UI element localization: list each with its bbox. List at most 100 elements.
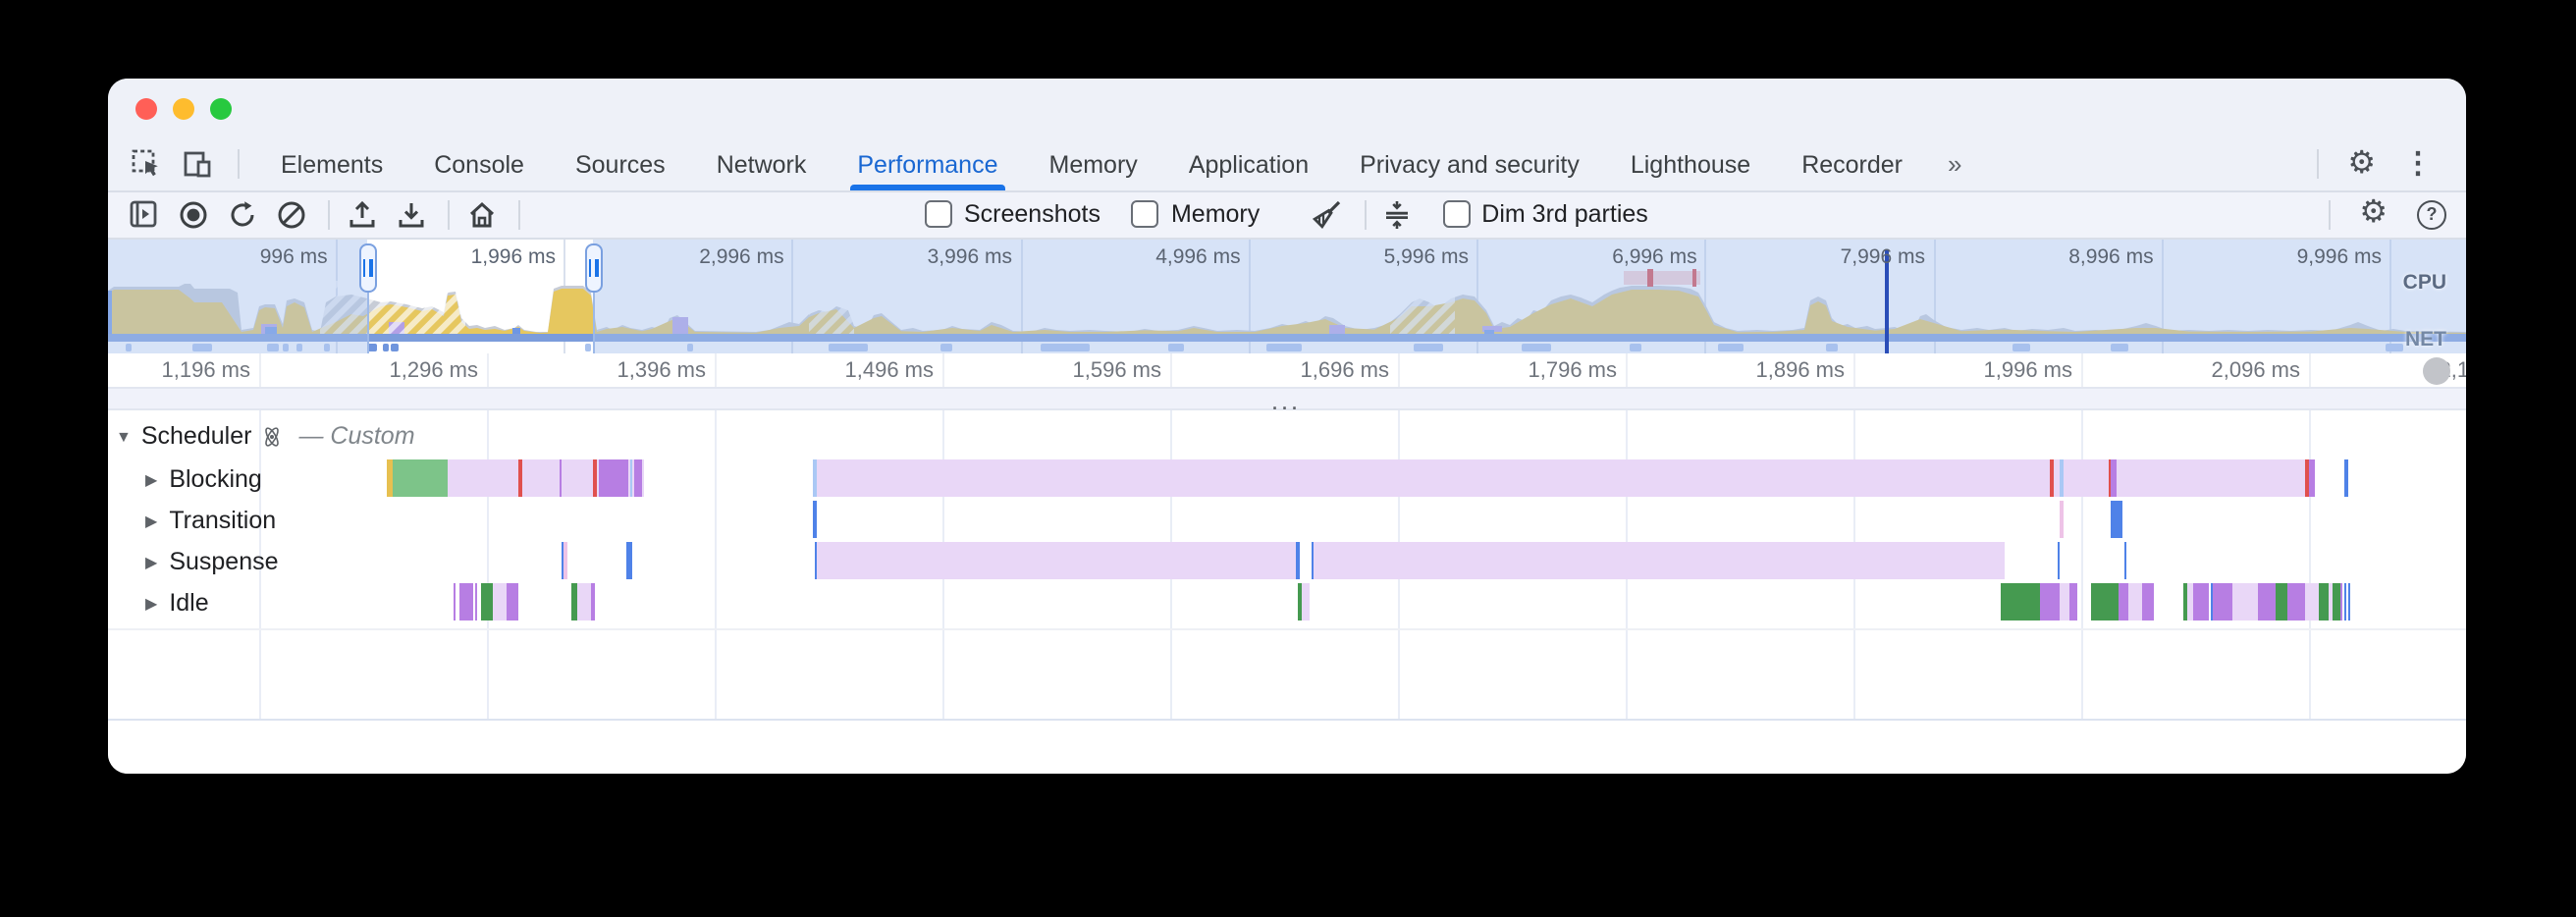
upload-profile-icon[interactable] bbox=[346, 199, 377, 231]
expand-triangle-icon[interactable]: ▶ bbox=[145, 512, 157, 529]
tab-recorder[interactable]: Recorder bbox=[1776, 138, 1928, 189]
flame-event-transition[interactable] bbox=[2060, 501, 2064, 538]
flame-event-blocking[interactable] bbox=[629, 459, 632, 497]
tab-memory[interactable]: Memory bbox=[1024, 138, 1163, 189]
selection-handle-right[interactable] bbox=[584, 243, 602, 293]
more-tabs-button[interactable]: » bbox=[1928, 149, 1979, 179]
screenshots-checkbox[interactable] bbox=[925, 201, 952, 229]
tab-network[interactable]: Network bbox=[691, 138, 832, 189]
window-title-bar[interactable] bbox=[108, 78, 2466, 138]
flame-event-idle[interactable] bbox=[2347, 583, 2349, 620]
record-icon[interactable] bbox=[177, 199, 208, 231]
flame-event-blocking[interactable] bbox=[816, 459, 2305, 497]
memory-toggle[interactable]: Memory bbox=[1132, 201, 1260, 229]
flame-event-blocking[interactable] bbox=[2060, 459, 2063, 497]
toggle-sidebar-icon[interactable] bbox=[128, 199, 159, 231]
flame-event-idle[interactable] bbox=[576, 583, 591, 620]
close-window-button[interactable] bbox=[135, 97, 157, 119]
expand-triangle-icon[interactable]: ▶ bbox=[145, 553, 157, 570]
flame-event-idle[interactable] bbox=[2258, 583, 2275, 620]
minimize-window-button[interactable] bbox=[173, 97, 194, 119]
tab-performance[interactable]: Performance bbox=[832, 138, 1023, 189]
panel-resize-handle[interactable]: ··· bbox=[108, 386, 2466, 410]
dim-3rd-parties-checkbox[interactable] bbox=[1442, 201, 1470, 229]
selection-handle-left[interactable] bbox=[358, 243, 376, 293]
flame-event-idle[interactable] bbox=[2344, 583, 2346, 620]
flame-event-blocking[interactable] bbox=[518, 459, 521, 497]
flame-event-idle[interactable] bbox=[2059, 583, 2068, 620]
flame-event-idle[interactable] bbox=[1301, 583, 1310, 620]
tab-elements[interactable]: Elements bbox=[255, 138, 408, 189]
device-toolbar-icon[interactable] bbox=[183, 149, 212, 179]
tab-application[interactable]: Application bbox=[1163, 138, 1334, 189]
flame-event-idle[interactable] bbox=[2001, 583, 2040, 620]
capture-settings-gear-icon[interactable]: ⚙ bbox=[2345, 199, 2401, 231]
flame-event-blocking[interactable] bbox=[2111, 459, 2117, 497]
flame-event-transition[interactable] bbox=[2111, 501, 2122, 538]
flame-event-suspense[interactable] bbox=[1296, 542, 1299, 579]
flame-event-idle[interactable] bbox=[2287, 583, 2305, 620]
tab-console[interactable]: Console bbox=[408, 138, 550, 189]
flame-event-blocking[interactable] bbox=[633, 459, 642, 497]
track-row-label-idle[interactable]: ▶Idle bbox=[145, 589, 209, 617]
kebab-menu-icon[interactable]: ⋮ bbox=[2389, 149, 2446, 179]
settings-gear-icon[interactable]: ⚙ bbox=[2334, 148, 2389, 180]
flame-event-idle[interactable] bbox=[474, 583, 476, 620]
expand-triangle-icon[interactable]: ▶ bbox=[145, 470, 157, 488]
flame-event-idle[interactable] bbox=[2192, 583, 2209, 620]
live-metrics-home-icon[interactable] bbox=[465, 199, 497, 231]
scrollbar-thumb[interactable] bbox=[2423, 356, 2450, 384]
flame-event-idle[interactable] bbox=[2231, 583, 2258, 620]
download-profile-icon[interactable] bbox=[395, 199, 426, 231]
flame-event-suspense[interactable] bbox=[1314, 542, 2004, 579]
timeline-overview[interactable]: CPU NET 996 ms1,996 ms2,996 ms3,996 ms4,… bbox=[108, 240, 2466, 355]
flame-event-idle[interactable] bbox=[591, 583, 594, 620]
flame-event-idle[interactable] bbox=[2332, 583, 2339, 620]
help-icon[interactable]: ? bbox=[2417, 200, 2446, 230]
flame-event-idle[interactable] bbox=[493, 583, 506, 620]
zoom-window-button[interactable] bbox=[210, 97, 232, 119]
flame-event-blocking[interactable] bbox=[559, 459, 562, 497]
tab-lighthouse[interactable]: Lighthouse bbox=[1605, 138, 1776, 189]
flame-event-idle[interactable] bbox=[506, 583, 517, 620]
flame-event-idle[interactable] bbox=[453, 583, 456, 620]
flame-event-idle[interactable] bbox=[2339, 583, 2342, 620]
track-group-header-scheduler[interactable]: ▼ Scheduler — Custom bbox=[116, 422, 415, 450]
flame-event-idle[interactable] bbox=[2119, 583, 2127, 620]
clear-icon[interactable] bbox=[275, 199, 306, 231]
record-and-reload-icon[interactable] bbox=[226, 199, 257, 231]
track-row-label-blocking[interactable]: ▶Blocking bbox=[145, 465, 262, 493]
track-row-label-transition[interactable]: ▶Transition bbox=[145, 507, 276, 534]
flame-event-blocking[interactable] bbox=[2309, 459, 2314, 497]
flame-event-idle[interactable] bbox=[2213, 583, 2231, 620]
flame-event-suspense[interactable] bbox=[817, 542, 1296, 579]
inspect-element-icon[interactable] bbox=[132, 149, 161, 179]
dim-3rd-parties-toggle[interactable]: Dim 3rd parties bbox=[1442, 201, 1648, 229]
flame-event-blocking[interactable] bbox=[593, 459, 596, 497]
flame-event-blocking[interactable] bbox=[2344, 459, 2348, 497]
flame-event-blocking[interactable] bbox=[393, 459, 447, 497]
expand-triangle-icon[interactable]: ▶ bbox=[145, 594, 157, 612]
flame-event-suspense[interactable] bbox=[563, 542, 567, 579]
screenshots-toggle[interactable]: Screenshots bbox=[925, 201, 1100, 229]
track-row-label-suspense[interactable]: ▶Suspense bbox=[145, 548, 279, 575]
garbage-collect-icon[interactable] bbox=[1311, 199, 1342, 231]
flame-event-suspense[interactable] bbox=[2057, 542, 2060, 579]
flame-event-idle[interactable] bbox=[2127, 583, 2142, 620]
flame-event-suspense[interactable] bbox=[625, 542, 631, 579]
flame-event-blocking[interactable] bbox=[598, 459, 627, 497]
flame-event-idle[interactable] bbox=[2068, 583, 2076, 620]
collapse-triangle-icon[interactable]: ▼ bbox=[116, 427, 132, 445]
flame-event-suspense[interactable] bbox=[2123, 542, 2126, 579]
flame-event-idle[interactable] bbox=[2275, 583, 2287, 620]
collapse-sections-icon[interactable] bbox=[1381, 199, 1413, 231]
flame-event-idle[interactable] bbox=[2040, 583, 2059, 620]
flame-event-blocking[interactable] bbox=[2049, 459, 2053, 497]
tab-privacy-and-security[interactable]: Privacy and security bbox=[1334, 138, 1605, 189]
flame-event-idle[interactable] bbox=[2142, 583, 2153, 620]
flame-event-idle[interactable] bbox=[458, 583, 473, 620]
tab-sources[interactable]: Sources bbox=[550, 138, 691, 189]
flame-event-idle[interactable] bbox=[2091, 583, 2119, 620]
flame-event-transition[interactable] bbox=[813, 501, 816, 538]
flame-chart-tracks[interactable]: ▼ Scheduler — Custom ▶Blocking ▶Transitio… bbox=[108, 410, 2466, 718]
